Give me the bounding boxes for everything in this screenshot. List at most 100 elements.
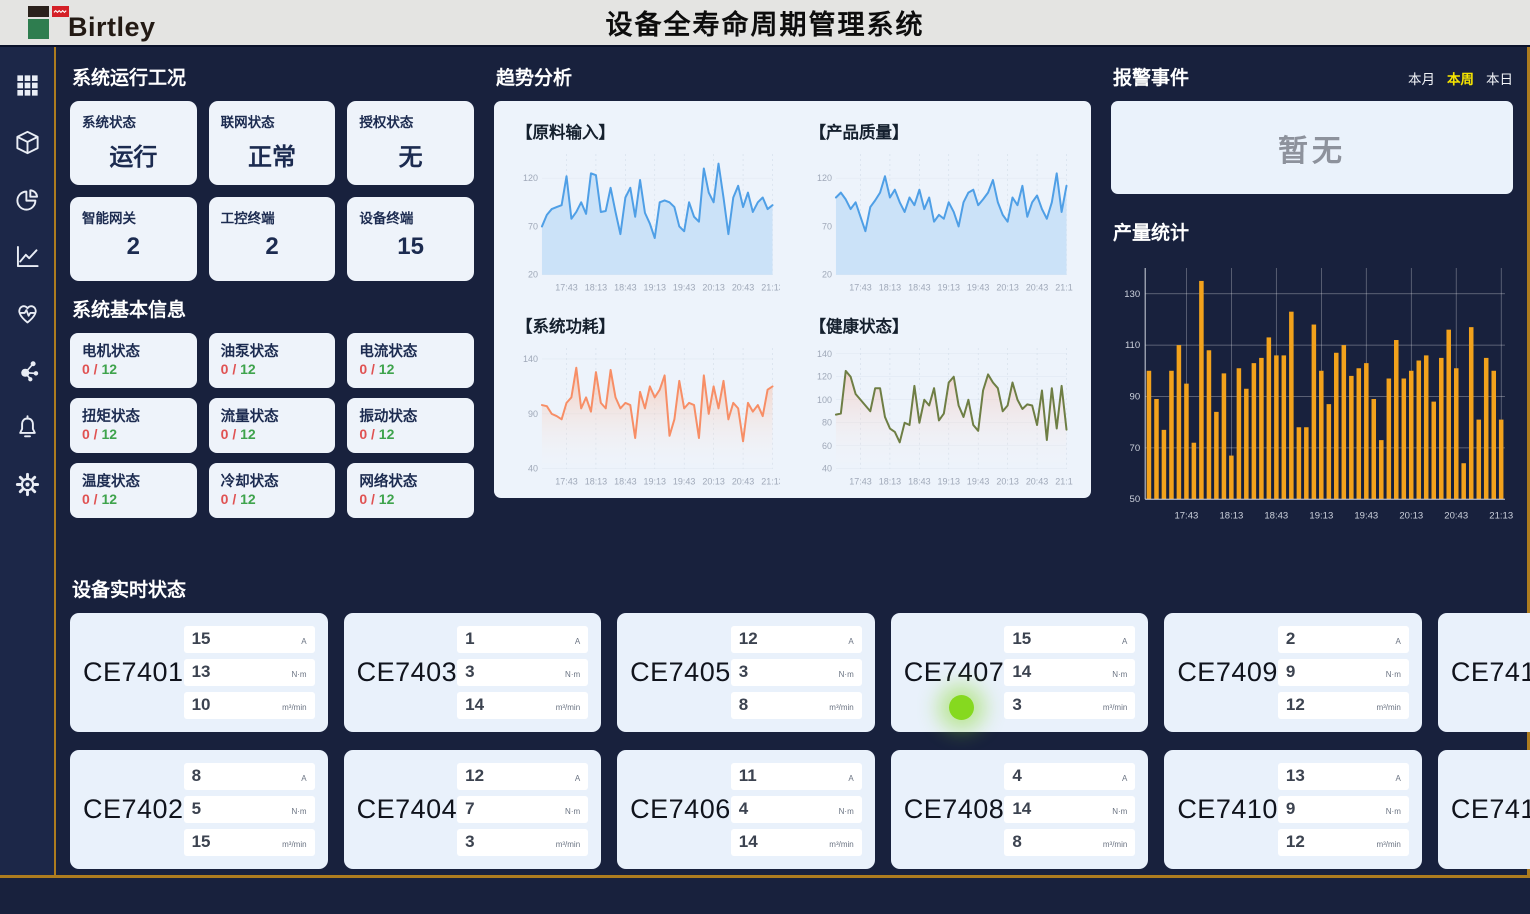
line-chart-icon[interactable] (13, 242, 41, 270)
svg-text:110: 110 (1125, 340, 1140, 351)
svg-text:19:13: 19:13 (644, 476, 666, 486)
svg-text:70: 70 (528, 221, 538, 231)
metric-unit: m³/min (1376, 703, 1400, 712)
device-card-CE7409[interactable]: CE74092A9N·m12m³/min (1164, 613, 1422, 732)
info-separator: / (367, 361, 379, 377)
alarm-tab-本日[interactable]: 本日 (1486, 68, 1513, 88)
system-info-title: 系统基本信息 (72, 295, 474, 322)
svg-text:20:43: 20:43 (732, 476, 754, 486)
info-current-count: 0 (82, 426, 90, 442)
info-total-count: 12 (240, 361, 256, 377)
svg-text:19:43: 19:43 (673, 476, 695, 486)
status-card[interactable]: 系统状态运行 (70, 101, 197, 185)
status-card[interactable]: 授权状态无 (347, 101, 474, 185)
bell-icon[interactable] (13, 413, 41, 441)
metric-row: 15A (184, 626, 315, 653)
info-card[interactable]: 流量状态0 / 12 (209, 398, 336, 453)
svg-text:20:43: 20:43 (1444, 510, 1468, 521)
metric-row: 15m³/min (184, 829, 315, 856)
info-card-value: 0 / 12 (359, 426, 462, 444)
device-metric-rows: 11A4N·m14m³/min (731, 763, 862, 856)
info-card[interactable]: 电机状态0 / 12 (70, 333, 197, 388)
device-card-CE7408[interactable]: CE74084A14N·m8m³/min (891, 750, 1149, 869)
alarm-tab-本月[interactable]: 本月 (1408, 68, 1435, 88)
device-card-CE7401[interactable]: CE740115A13N·m10m³/min (70, 613, 328, 732)
device-card-CE7402[interactable]: CE74028A5N·m15m³/min (70, 750, 328, 869)
info-total-count: 12 (379, 426, 395, 442)
info-current-count: 0 (82, 361, 90, 377)
info-total-count: 12 (240, 426, 256, 442)
svg-text:19:43: 19:43 (673, 283, 695, 293)
device-card-CE7407[interactable]: CE740715A14N·m3m³/min (891, 613, 1149, 732)
svg-text:90: 90 (1130, 392, 1141, 403)
main-area: 系统运行工况 系统状态运行联网状态正常授权状态无智能网关2工控终端2设备终端15… (0, 47, 1530, 878)
device-name: CE7402 (83, 794, 184, 825)
brand-name: Birtley (68, 15, 156, 39)
apps-grid-icon[interactable] (13, 71, 41, 99)
alarm-tab-本周[interactable]: 本周 (1447, 68, 1474, 88)
info-card-label: 冷却状态 (221, 470, 324, 491)
pie-chart-icon[interactable] (13, 185, 41, 213)
svg-text:17:43: 17:43 (1174, 510, 1198, 521)
metric-unit: m³/min (282, 703, 306, 712)
info-card[interactable]: 温度状态0 / 12 (70, 463, 197, 518)
svg-text:18:43: 18:43 (614, 283, 636, 293)
metric-value: 14 (1012, 662, 1031, 682)
metric-row: 8m³/min (731, 692, 862, 719)
device-card-CE7412[interactable]: CE74126A15N·m10m³/min (1438, 750, 1530, 869)
info-card[interactable]: 网络状态0 / 12 (347, 463, 474, 518)
metric-row: 14N·m (1004, 659, 1135, 686)
molecule-icon[interactable] (13, 356, 41, 384)
device-card-CE7411[interactable]: CE741110A15N·m11m³/min (1438, 613, 1530, 732)
device-name: CE7401 (83, 657, 184, 688)
info-card[interactable]: 冷却状态0 / 12 (209, 463, 336, 518)
cube-icon[interactable] (13, 128, 41, 156)
info-card-label: 扭矩状态 (82, 405, 185, 426)
device-metric-rows: 8A5N·m15m³/min (184, 763, 315, 856)
svg-text:70: 70 (821, 221, 831, 231)
metric-unit: A (1396, 637, 1401, 646)
device-card-CE7404[interactable]: CE740412A7N·m3m³/min (344, 750, 602, 869)
svg-text:18:43: 18:43 (1264, 510, 1288, 521)
info-card[interactable]: 扭矩状态0 / 12 (70, 398, 197, 453)
info-card[interactable]: 油泵状态0 / 12 (209, 333, 336, 388)
info-separator: / (228, 361, 240, 377)
status-card[interactable]: 联网状态正常 (209, 101, 336, 185)
info-card[interactable]: 电流状态0 / 12 (347, 333, 474, 388)
gear-icon[interactable] (13, 470, 41, 498)
device-card-CE7403[interactable]: CE74031A3N·m14m³/min (344, 613, 602, 732)
status-card-value: 无 (359, 137, 462, 172)
status-card-value: 正常 (221, 137, 324, 172)
info-card-label: 振动状态 (359, 405, 462, 426)
logo-dark-block (28, 6, 49, 17)
device-name: CE7411 (1451, 657, 1530, 688)
metric-unit: N·m (839, 807, 854, 816)
metric-row: 12m³/min (1278, 692, 1409, 719)
status-card-label: 授权状态 (359, 111, 462, 131)
status-card-label: 工控终端 (221, 207, 324, 227)
svg-text:17:43: 17:43 (849, 476, 871, 486)
status-card[interactable]: 智能网关2 (70, 197, 197, 281)
metric-value: 3 (739, 662, 748, 682)
metric-row: 5N·m (184, 796, 315, 823)
device-metric-rows: 12A7N·m3m³/min (457, 763, 588, 856)
svg-text:19:43: 19:43 (966, 476, 988, 486)
svg-text:18:13: 18:13 (585, 476, 607, 486)
page-title: 设备全寿命周期管理系统 (0, 3, 1530, 42)
info-total-count: 12 (101, 491, 117, 507)
device-card-CE7406[interactable]: CE740611A4N·m14m³/min (617, 750, 875, 869)
health-pulse-icon[interactable] (13, 299, 41, 327)
metric-row: 9N·m (1278, 796, 1409, 823)
svg-text:18:13: 18:13 (1219, 510, 1243, 521)
device-card-CE7410[interactable]: CE741013A9N·m12m³/min (1164, 750, 1422, 869)
metric-unit: m³/min (556, 840, 580, 849)
status-card-label: 系统状态 (82, 111, 185, 131)
device-card-CE7405[interactable]: CE740512A3N·m8m³/min (617, 613, 875, 732)
info-card-label: 流量状态 (221, 405, 324, 426)
status-card[interactable]: 设备终端15 (347, 197, 474, 281)
metric-unit: m³/min (829, 840, 853, 849)
info-card[interactable]: 振动状态0 / 12 (347, 398, 474, 453)
status-card[interactable]: 工控终端2 (209, 197, 336, 281)
svg-text:20:13: 20:13 (1399, 510, 1423, 521)
metric-value: 4 (739, 799, 748, 819)
